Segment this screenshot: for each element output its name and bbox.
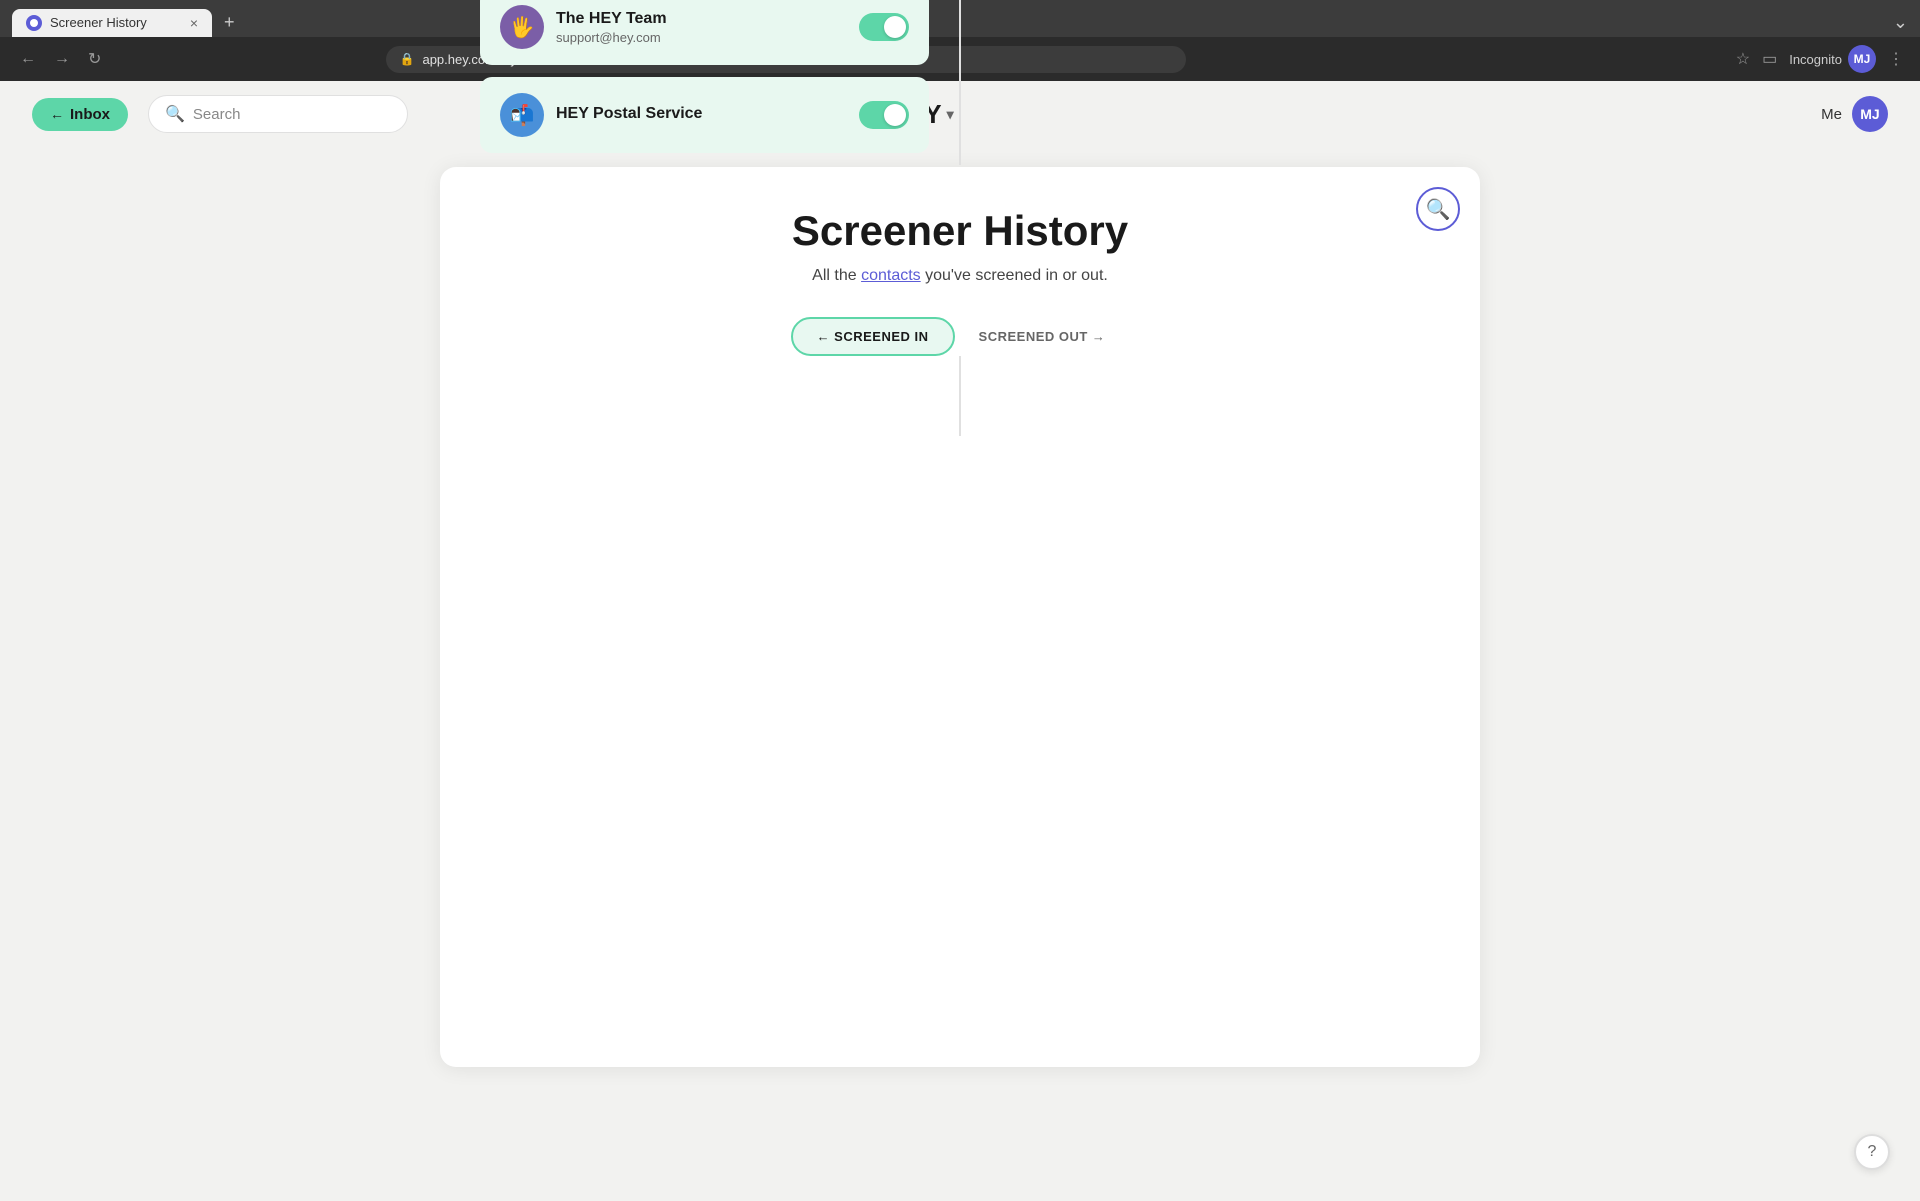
subtitle-prefix: All the (812, 267, 861, 284)
user-avatar-small: MJ (1848, 45, 1876, 73)
tabs: ← SCREENED IN SCREENED OUT → (480, 317, 1440, 356)
contact-name: HEY Postal Service (556, 105, 847, 123)
inbox-button[interactable]: ← Inbox (32, 98, 128, 131)
me-label: Me (1821, 106, 1842, 123)
search-float-button[interactable]: 🔍 (1416, 187, 1460, 231)
page-subtitle: All the contacts you've screened in or o… (480, 267, 1440, 285)
avatar-icon: 📬 (510, 103, 535, 128)
contacts-link[interactable]: contacts (861, 267, 921, 284)
main-content: 🔍 Screener History All the contacts you'… (0, 147, 1920, 1087)
back-button[interactable]: ← (16, 46, 40, 72)
tab-screened-in[interactable]: ← SCREENED IN (791, 317, 955, 356)
contact-card-heyteam: 🖐️ The HEY Team support@hey.com (480, 0, 929, 65)
two-col-content: LB Laura Belgray laura@talkingshrimp.com (480, 0, 1440, 165)
screened-in-list: LB Laura Belgray laura@talkingshrimp.com (480, 0, 959, 165)
lock-icon: 🔒 (400, 52, 415, 66)
nav-right: Me MJ (1821, 96, 1888, 132)
avatar-postal: 📬 (500, 93, 544, 137)
forward-button[interactable]: → (50, 46, 74, 72)
tab-expand-icon: ⌄ (1893, 12, 1908, 33)
screened-out-column (961, 356, 1440, 436)
help-button[interactable]: ? (1854, 1134, 1890, 1170)
user-initials: MJ (1854, 52, 1871, 66)
tab-close-button[interactable]: × (190, 15, 198, 31)
address-actions: ☆ ▭ Incognito MJ ⋮ (1736, 45, 1904, 73)
screened-out-list: MMM Mr. Money Mustache newsletter@mrmone… (961, 0, 1440, 165)
contact-info-postal: HEY Postal Service (556, 105, 847, 125)
search-icon: 🔍 (165, 104, 185, 124)
user-avatar[interactable]: MJ (1852, 96, 1888, 132)
user-initials: MJ (1860, 106, 1879, 122)
contact-info-heyteam: The HEY Team support@hey.com (556, 10, 847, 45)
search-bar[interactable]: 🔍 Search (148, 95, 408, 133)
reload-button[interactable]: ↻ (84, 45, 105, 73)
contact-email: support@hey.com (556, 30, 847, 45)
search-placeholder: Search (193, 106, 241, 123)
avatar-icon: 🖐️ (510, 15, 535, 40)
contact-name: The HEY Team (556, 10, 847, 28)
incognito-label: Incognito (1789, 52, 1842, 67)
toggle-heyteam[interactable] (859, 13, 909, 41)
inbox-label: Inbox (70, 106, 110, 123)
subtitle-suffix: you've screened in or out. (921, 267, 1108, 284)
menu-icon[interactable]: ⋮ (1888, 49, 1904, 69)
active-tab[interactable]: Screener History × (12, 9, 212, 37)
contact-card-postal: 📬 HEY Postal Service (480, 77, 929, 153)
toggle-postal[interactable] (859, 101, 909, 129)
search-float-icon: 🔍 (1426, 197, 1451, 222)
sidebar-icon[interactable]: ▭ (1762, 49, 1777, 69)
inbox-arrow-icon: ← (50, 106, 64, 122)
timeline (480, 356, 1440, 436)
incognito-button[interactable]: Incognito MJ (1789, 45, 1876, 73)
toggle-knob (884, 104, 906, 126)
timeline-divider (959, 356, 961, 436)
app: ← Inbox 🔍 Search 🖐️ HEY ▾ Me MJ 🔍 Scr (0, 81, 1920, 1201)
new-tab-button[interactable]: + (216, 8, 243, 37)
tab-screened-out[interactable]: SCREENED OUT → (955, 317, 1130, 356)
timeline-content: Oct 17 LB Laura Belgray laur (480, 0, 1440, 165)
avatar-heyteam: 🖐️ (500, 5, 544, 49)
screened-in-column (480, 356, 959, 436)
bookmark-icon[interactable]: ☆ (1736, 49, 1750, 69)
toggle-knob (884, 16, 906, 38)
tab-favicon (26, 15, 42, 31)
content-card: 🔍 Screener History All the contacts you'… (440, 167, 1480, 1067)
help-icon: ? (1868, 1143, 1877, 1161)
tab-title: Screener History (50, 15, 147, 30)
page-title: Screener History (480, 207, 1440, 255)
